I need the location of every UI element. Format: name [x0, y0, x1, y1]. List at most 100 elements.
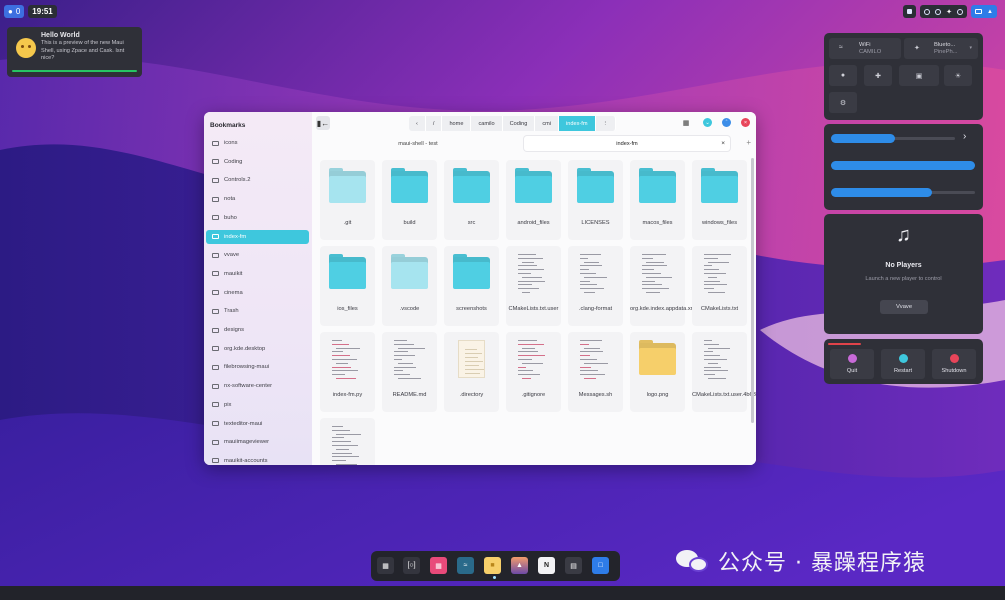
mic-toggle[interactable]: ● — [829, 65, 857, 86]
close-window-button[interactable]: × — [741, 118, 750, 127]
dock-app-index[interactable]: ■ — [484, 557, 501, 574]
airplane-toggle[interactable]: ✚ — [864, 65, 892, 86]
quit-button[interactable]: Quit — [830, 349, 874, 379]
chart-icon: ≈ — [463, 562, 468, 569]
shutdown-button[interactable]: Shutdown — [932, 349, 976, 379]
chevron-right-icon[interactable]: › — [963, 131, 966, 142]
sidebar-item-nx-software-center[interactable]: nx-software-center — [206, 379, 309, 393]
folder-icon — [212, 196, 219, 202]
sidebar-item-icons[interactable]: icons — [206, 136, 309, 150]
clock[interactable]: 19:51 — [28, 5, 57, 18]
dock-app-docs[interactable]: □ — [592, 557, 609, 574]
sidebar-item-controls-2[interactable]: Controls.2 — [206, 173, 309, 187]
tab-maui-shell[interactable]: maui-shell - test — [316, 136, 520, 151]
breadcrumb-menu-button[interactable]: ⋮ — [595, 116, 617, 131]
view-mode-button[interactable]: ▦ — [680, 117, 692, 129]
volume-slider[interactable] — [831, 134, 955, 143]
folder-icon — [212, 421, 219, 426]
dock-app-pix[interactable]: ▦ — [430, 557, 447, 574]
status-tray[interactable]: ✦ — [920, 5, 968, 18]
breadcrumb-item[interactable]: home — [442, 116, 472, 131]
dock-app-gallery[interactable]: ▲ — [511, 557, 528, 574]
tab-index-fm[interactable]: index-fm × — [524, 136, 730, 151]
session-tray[interactable]: ▲ — [971, 5, 997, 18]
file-item[interactable]: macos_files — [630, 160, 685, 240]
screen-toggle[interactable]: ▣ — [899, 65, 939, 86]
close-tab-icon[interactable]: × — [721, 140, 725, 147]
file-item[interactable]: .gitignore — [506, 332, 561, 412]
sidebar-item-mauikit[interactable]: mauikit — [206, 267, 309, 281]
breadcrumb-item[interactable]: Coding — [502, 116, 536, 131]
file-item[interactable]: org.kde.index.appdata.xml — [630, 246, 697, 326]
file-item[interactable]: CMakeLists.txt.user.4b63894 — [692, 332, 756, 412]
brightness-slider[interactable] — [831, 161, 975, 170]
sidebar-item-designs[interactable]: designs — [206, 323, 309, 337]
chevron-left-icon: ‹ — [416, 120, 418, 127]
tab-label: maui-shell - test — [398, 140, 438, 147]
breadcrumb-item[interactable]: / — [425, 116, 443, 131]
wifi-toggle[interactable]: ≈ WiFi CAMILO — [829, 38, 901, 59]
airplane-icon: ✚ — [875, 72, 881, 80]
launch-player-button[interactable]: Vvave — [880, 300, 928, 314]
file-item[interactable]: android_files — [506, 160, 561, 240]
file-item[interactable]: index-fm.py — [320, 332, 375, 412]
bluetooth-toggle[interactable]: ✦ Blueto... PinePh... ▾ — [904, 38, 978, 59]
brightness-toggle[interactable]: ☀ — [944, 65, 972, 86]
dock-app-launcher[interactable]: ▦ — [377, 557, 394, 574]
sidebar-item-trash[interactable]: Trash — [206, 304, 309, 318]
back-button[interactable]: ‹ — [409, 116, 426, 131]
sidebar-item-nota[interactable]: nota — [206, 192, 309, 206]
file-item[interactable]: .git — [320, 160, 375, 240]
file-item[interactable]: LICENSES — [568, 160, 623, 240]
sidebar-item-mauiimageviewer[interactable]: mauiimageviewer — [206, 435, 309, 449]
file-item[interactable]: screenshots — [444, 246, 499, 326]
sidebar-item-pix[interactable]: pix — [206, 398, 309, 412]
plus-icon: + — [746, 138, 751, 147]
minimize-button[interactable]: ⌄ — [703, 118, 712, 127]
sidebar-item-vvave[interactable]: vvave — [206, 248, 309, 262]
notification-card[interactable]: Hello World This is a preview of the new… — [7, 27, 142, 77]
file-item[interactable]: .vscode — [382, 246, 437, 326]
sidebar-item-buho[interactable]: buho — [206, 211, 309, 225]
file-item[interactable]: Messages.sh — [568, 332, 623, 412]
maximize-icon: ˆ — [725, 119, 728, 126]
dock-app-monitor[interactable]: ≈ — [457, 557, 474, 574]
sidebar-item-coding[interactable]: Coding — [206, 155, 309, 169]
file-item[interactable]: logo.png — [630, 332, 685, 412]
sidebar-item-mauikit-accounts[interactable]: mauikit-accounts — [206, 454, 309, 465]
breadcrumb-item[interactable]: camilo — [471, 116, 503, 131]
file-item[interactable]: .directory — [444, 332, 499, 412]
overview-button[interactable] — [903, 5, 917, 18]
maximize-button[interactable]: ˆ — [722, 118, 731, 127]
dock-app-terminal[interactable]: ▤ — [565, 557, 582, 574]
activity-indicator[interactable]: ● 0 — [4, 5, 25, 18]
dock-app-notion[interactable]: N — [538, 557, 555, 574]
breadcrumb-item[interactable]: cmi — [535, 116, 560, 131]
file-item[interactable]: ios_files — [320, 246, 375, 326]
file-item[interactable]: build — [382, 160, 437, 240]
restart-button[interactable]: Restart — [881, 349, 925, 379]
dock-app-overview[interactable]: [○] — [403, 557, 420, 574]
notification-body: This is a preview of the new Maui Shell,… — [41, 40, 125, 62]
file-item[interactable] — [320, 418, 375, 465]
vertical-scrollbar[interactable] — [751, 158, 754, 423]
sidebar-item-org-kde-desktop[interactable]: org.kde.desktop — [206, 342, 309, 356]
watermark: 公众号 · 暴躁程序猿 — [676, 545, 926, 577]
sidebar-item-cinema[interactable]: cinema — [206, 286, 309, 300]
file-item[interactable]: src — [444, 160, 499, 240]
toggle-sidebar-button[interactable]: ▮← — [316, 116, 330, 130]
file-item[interactable]: CMakeLists.txt — [692, 246, 747, 326]
file-item[interactable]: README.md — [382, 332, 437, 412]
new-tab-button[interactable]: + — [746, 138, 751, 147]
image-icon: ▲ — [516, 562, 523, 569]
sidebar-item-index-fm[interactable]: index-fm — [206, 229, 309, 244]
file-item[interactable]: windows_files — [692, 160, 747, 240]
file-item[interactable]: CMakeLists.txt.user — [506, 246, 561, 326]
sidebar-item-filebrowsing-maui[interactable]: filebrowsing-maui — [206, 360, 309, 374]
settings-button[interactable]: ⚙ — [829, 92, 857, 113]
sidebar-item-texteditor-maui[interactable]: texteditor-maui — [206, 417, 309, 431]
file-item[interactable]: .clang-format — [568, 246, 623, 326]
mic-slider[interactable] — [831, 188, 975, 197]
breadcrumb-item-current[interactable]: index-fm — [559, 116, 596, 131]
folder-icon — [212, 327, 219, 333]
